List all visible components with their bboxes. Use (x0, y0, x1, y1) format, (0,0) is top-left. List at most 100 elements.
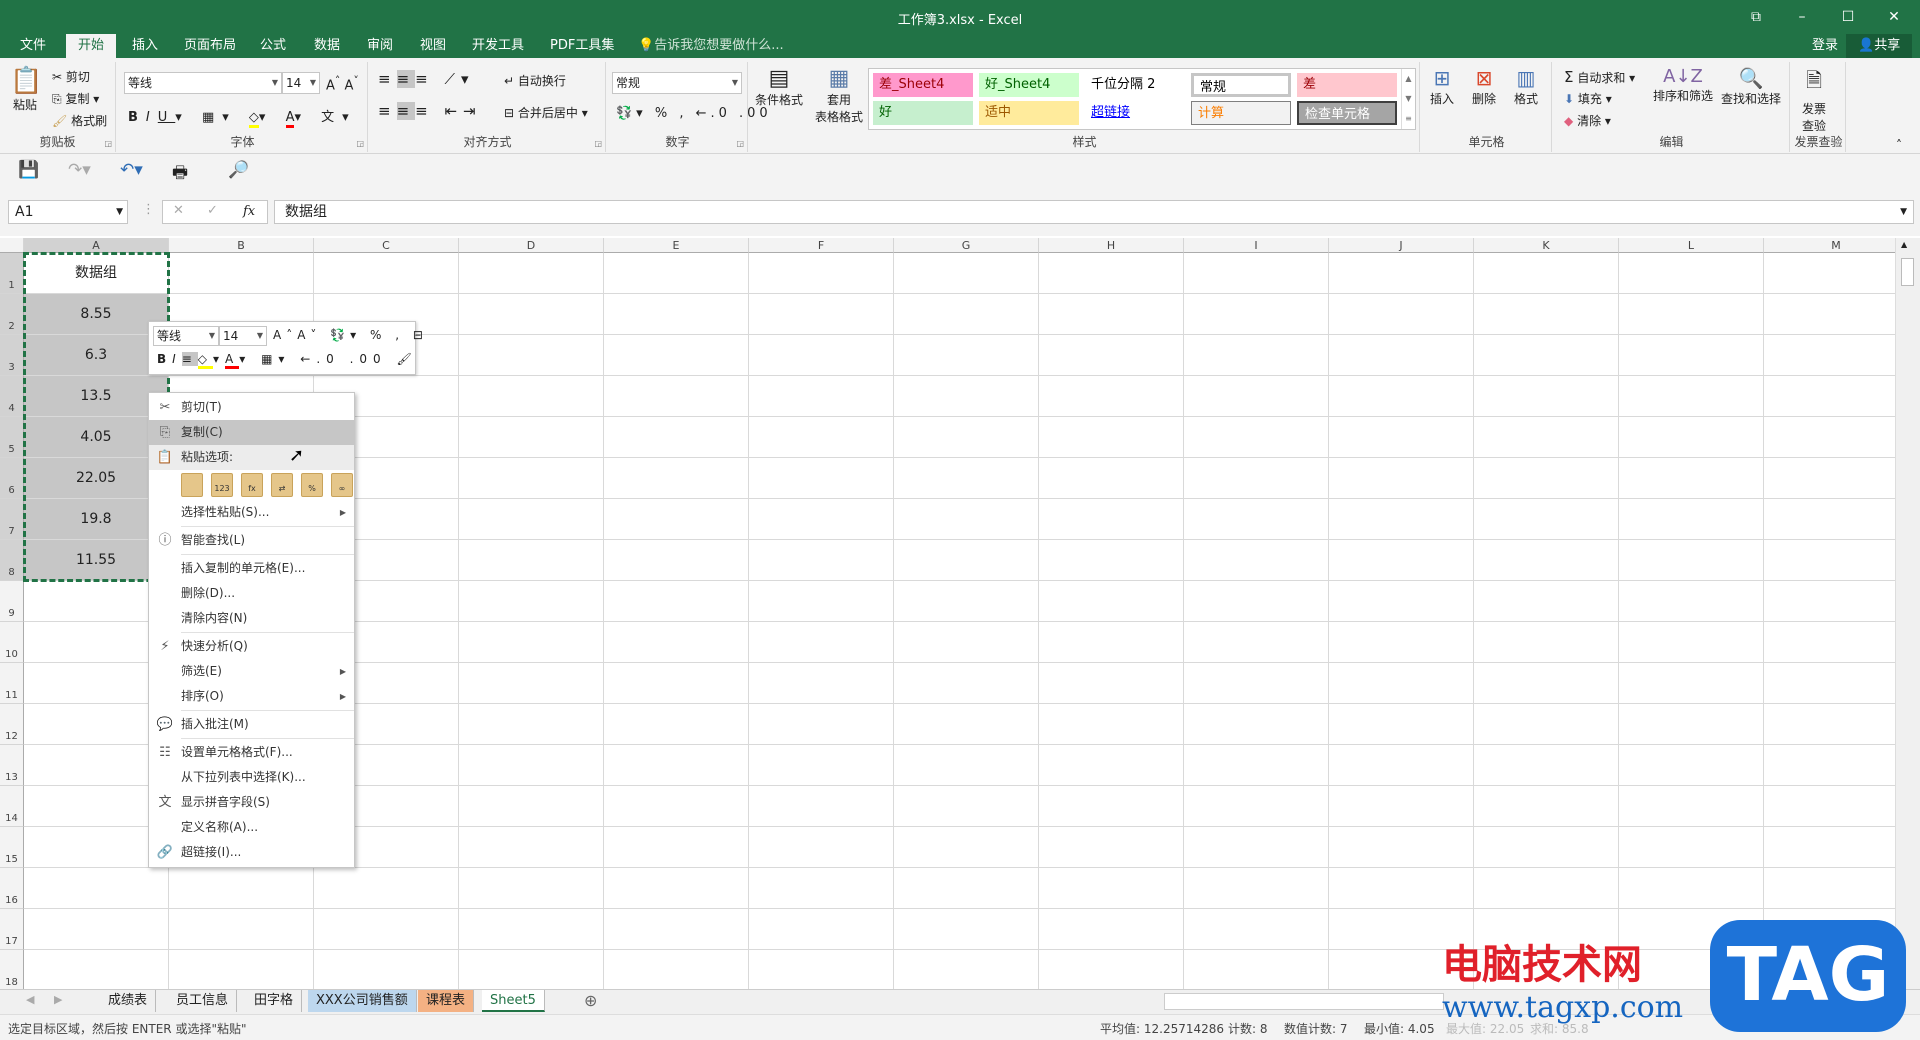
cell-G14[interactable] (894, 786, 1039, 827)
row-header[interactable]: 5 (0, 417, 24, 458)
cell-L15[interactable] (1619, 827, 1764, 868)
insert-function-icon[interactable]: fx (243, 204, 255, 219)
cell-M15[interactable] (1764, 827, 1895, 868)
cell-M14[interactable] (1764, 786, 1895, 827)
context-menu-item[interactable]: 选择性粘贴(S)... ▶ (149, 500, 354, 525)
context-menu-item[interactable]: 🔗 超链接(I)... (149, 840, 354, 865)
cell-E15[interactable] (604, 827, 749, 868)
cell-J15[interactable] (1329, 827, 1474, 868)
cell-K16[interactable] (1474, 868, 1619, 909)
tab-formulas[interactable]: 公式 (248, 34, 298, 58)
cell-F10[interactable] (749, 622, 894, 663)
cancel-icon[interactable]: ✕ (173, 203, 184, 218)
cell-C1[interactable] (314, 253, 459, 294)
cell-style-item[interactable]: 差 (1297, 73, 1397, 97)
cell-F2[interactable] (749, 294, 894, 335)
cell-H17[interactable] (1039, 909, 1184, 950)
context-menu-item[interactable]: 排序(O) ▶ (149, 684, 354, 709)
horizontal-scrollbar[interactable] (1164, 993, 1444, 1010)
column-header[interactable]: I (1184, 238, 1329, 253)
cell-E6[interactable] (604, 458, 749, 499)
cell-K9[interactable] (1474, 581, 1619, 622)
cell-G6[interactable] (894, 458, 1039, 499)
cell-H18[interactable] (1039, 950, 1184, 989)
cell-D13[interactable] (459, 745, 604, 786)
cell-J3[interactable] (1329, 335, 1474, 376)
cell-A18[interactable] (24, 950, 169, 989)
scroll-thumb[interactable] (1901, 258, 1914, 286)
cell-K1[interactable] (1474, 253, 1619, 294)
formula-input[interactable]: 数据组 ▼ (274, 200, 1914, 224)
cell-F9[interactable] (749, 581, 894, 622)
cell-E17[interactable] (604, 909, 749, 950)
cell-I15[interactable] (1184, 827, 1329, 868)
new-sheet-icon[interactable]: ⊕ (584, 991, 597, 1010)
cell-L2[interactable] (1619, 294, 1764, 335)
cell-M6[interactable] (1764, 458, 1895, 499)
tab-pdf-tools[interactable]: PDF工具集 (538, 34, 626, 58)
row-header[interactable]: 10 (0, 622, 24, 663)
drag-handle[interactable]: ⋮ (142, 202, 155, 217)
cell-E18[interactable] (604, 950, 749, 989)
cell-G15[interactable] (894, 827, 1039, 868)
cell-L13[interactable] (1619, 745, 1764, 786)
cell-M4[interactable] (1764, 376, 1895, 417)
cell-E16[interactable] (604, 868, 749, 909)
paste-values-icon[interactable]: 123 (211, 473, 233, 497)
cell-E3[interactable] (604, 335, 749, 376)
row-header[interactable]: 16 (0, 868, 24, 909)
cell-F6[interactable] (749, 458, 894, 499)
collapse-ribbon-icon[interactable]: ˄ (1896, 138, 1902, 152)
cell-E1[interactable] (604, 253, 749, 294)
row-header[interactable]: 18 (0, 950, 24, 989)
dialog-launcher-icon[interactable]: ◲ (736, 139, 744, 148)
cell-J9[interactable] (1329, 581, 1474, 622)
tab-view[interactable]: 视图 (408, 34, 458, 58)
cell-J14[interactable] (1329, 786, 1474, 827)
cell-F11[interactable] (749, 663, 894, 704)
cell-I5[interactable] (1184, 417, 1329, 458)
cell-F16[interactable] (749, 868, 894, 909)
cell-D16[interactable] (459, 868, 604, 909)
cell-K3[interactable] (1474, 335, 1619, 376)
undo-icon[interactable]: ↶▾ (120, 160, 143, 180)
row-header[interactable]: 6 (0, 458, 24, 499)
cell-M12[interactable] (1764, 704, 1895, 745)
context-menu-item[interactable]: 从下拉列表中选择(K)... (149, 765, 354, 790)
cell-D18[interactable] (459, 950, 604, 989)
tab-file[interactable]: 文件 (8, 34, 58, 58)
tab-page-layout[interactable]: 页面布局 (172, 34, 248, 58)
cell-I7[interactable] (1184, 499, 1329, 540)
cell-I13[interactable] (1184, 745, 1329, 786)
cell-L12[interactable] (1619, 704, 1764, 745)
cell-K13[interactable] (1474, 745, 1619, 786)
cell-M8[interactable] (1764, 540, 1895, 581)
cell-E4[interactable] (604, 376, 749, 417)
context-menu-item[interactable]: ⓘ 智能查找(L) (149, 528, 354, 553)
cell-J7[interactable] (1329, 499, 1474, 540)
cell-L7[interactable] (1619, 499, 1764, 540)
sheet-tab[interactable]: XXX公司销售额 (308, 990, 417, 1012)
cell-H10[interactable] (1039, 622, 1184, 663)
column-header[interactable]: G (894, 238, 1039, 253)
enter-check-icon[interactable]: ✓ (207, 203, 218, 218)
row-header[interactable]: 11 (0, 663, 24, 704)
cell-E13[interactable] (604, 745, 749, 786)
cell-D11[interactable] (459, 663, 604, 704)
cell-E5[interactable] (604, 417, 749, 458)
cell-H12[interactable] (1039, 704, 1184, 745)
cell-K14[interactable] (1474, 786, 1619, 827)
cell-D12[interactable] (459, 704, 604, 745)
cell-F7[interactable] (749, 499, 894, 540)
cell-I1[interactable] (1184, 253, 1329, 294)
cell-L8[interactable] (1619, 540, 1764, 581)
cell-H14[interactable] (1039, 786, 1184, 827)
page-preview-icon[interactable]: 🔎 (228, 160, 249, 180)
cell-D14[interactable] (459, 786, 604, 827)
cell-H3[interactable] (1039, 335, 1184, 376)
cell-K12[interactable] (1474, 704, 1619, 745)
row-header[interactable]: 9 (0, 581, 24, 622)
mini-font-combo[interactable]: 等线 ▼ (153, 326, 219, 346)
cell-H9[interactable] (1039, 581, 1184, 622)
context-menu-item[interactable]: ✂ 剪切(T) (149, 395, 354, 420)
